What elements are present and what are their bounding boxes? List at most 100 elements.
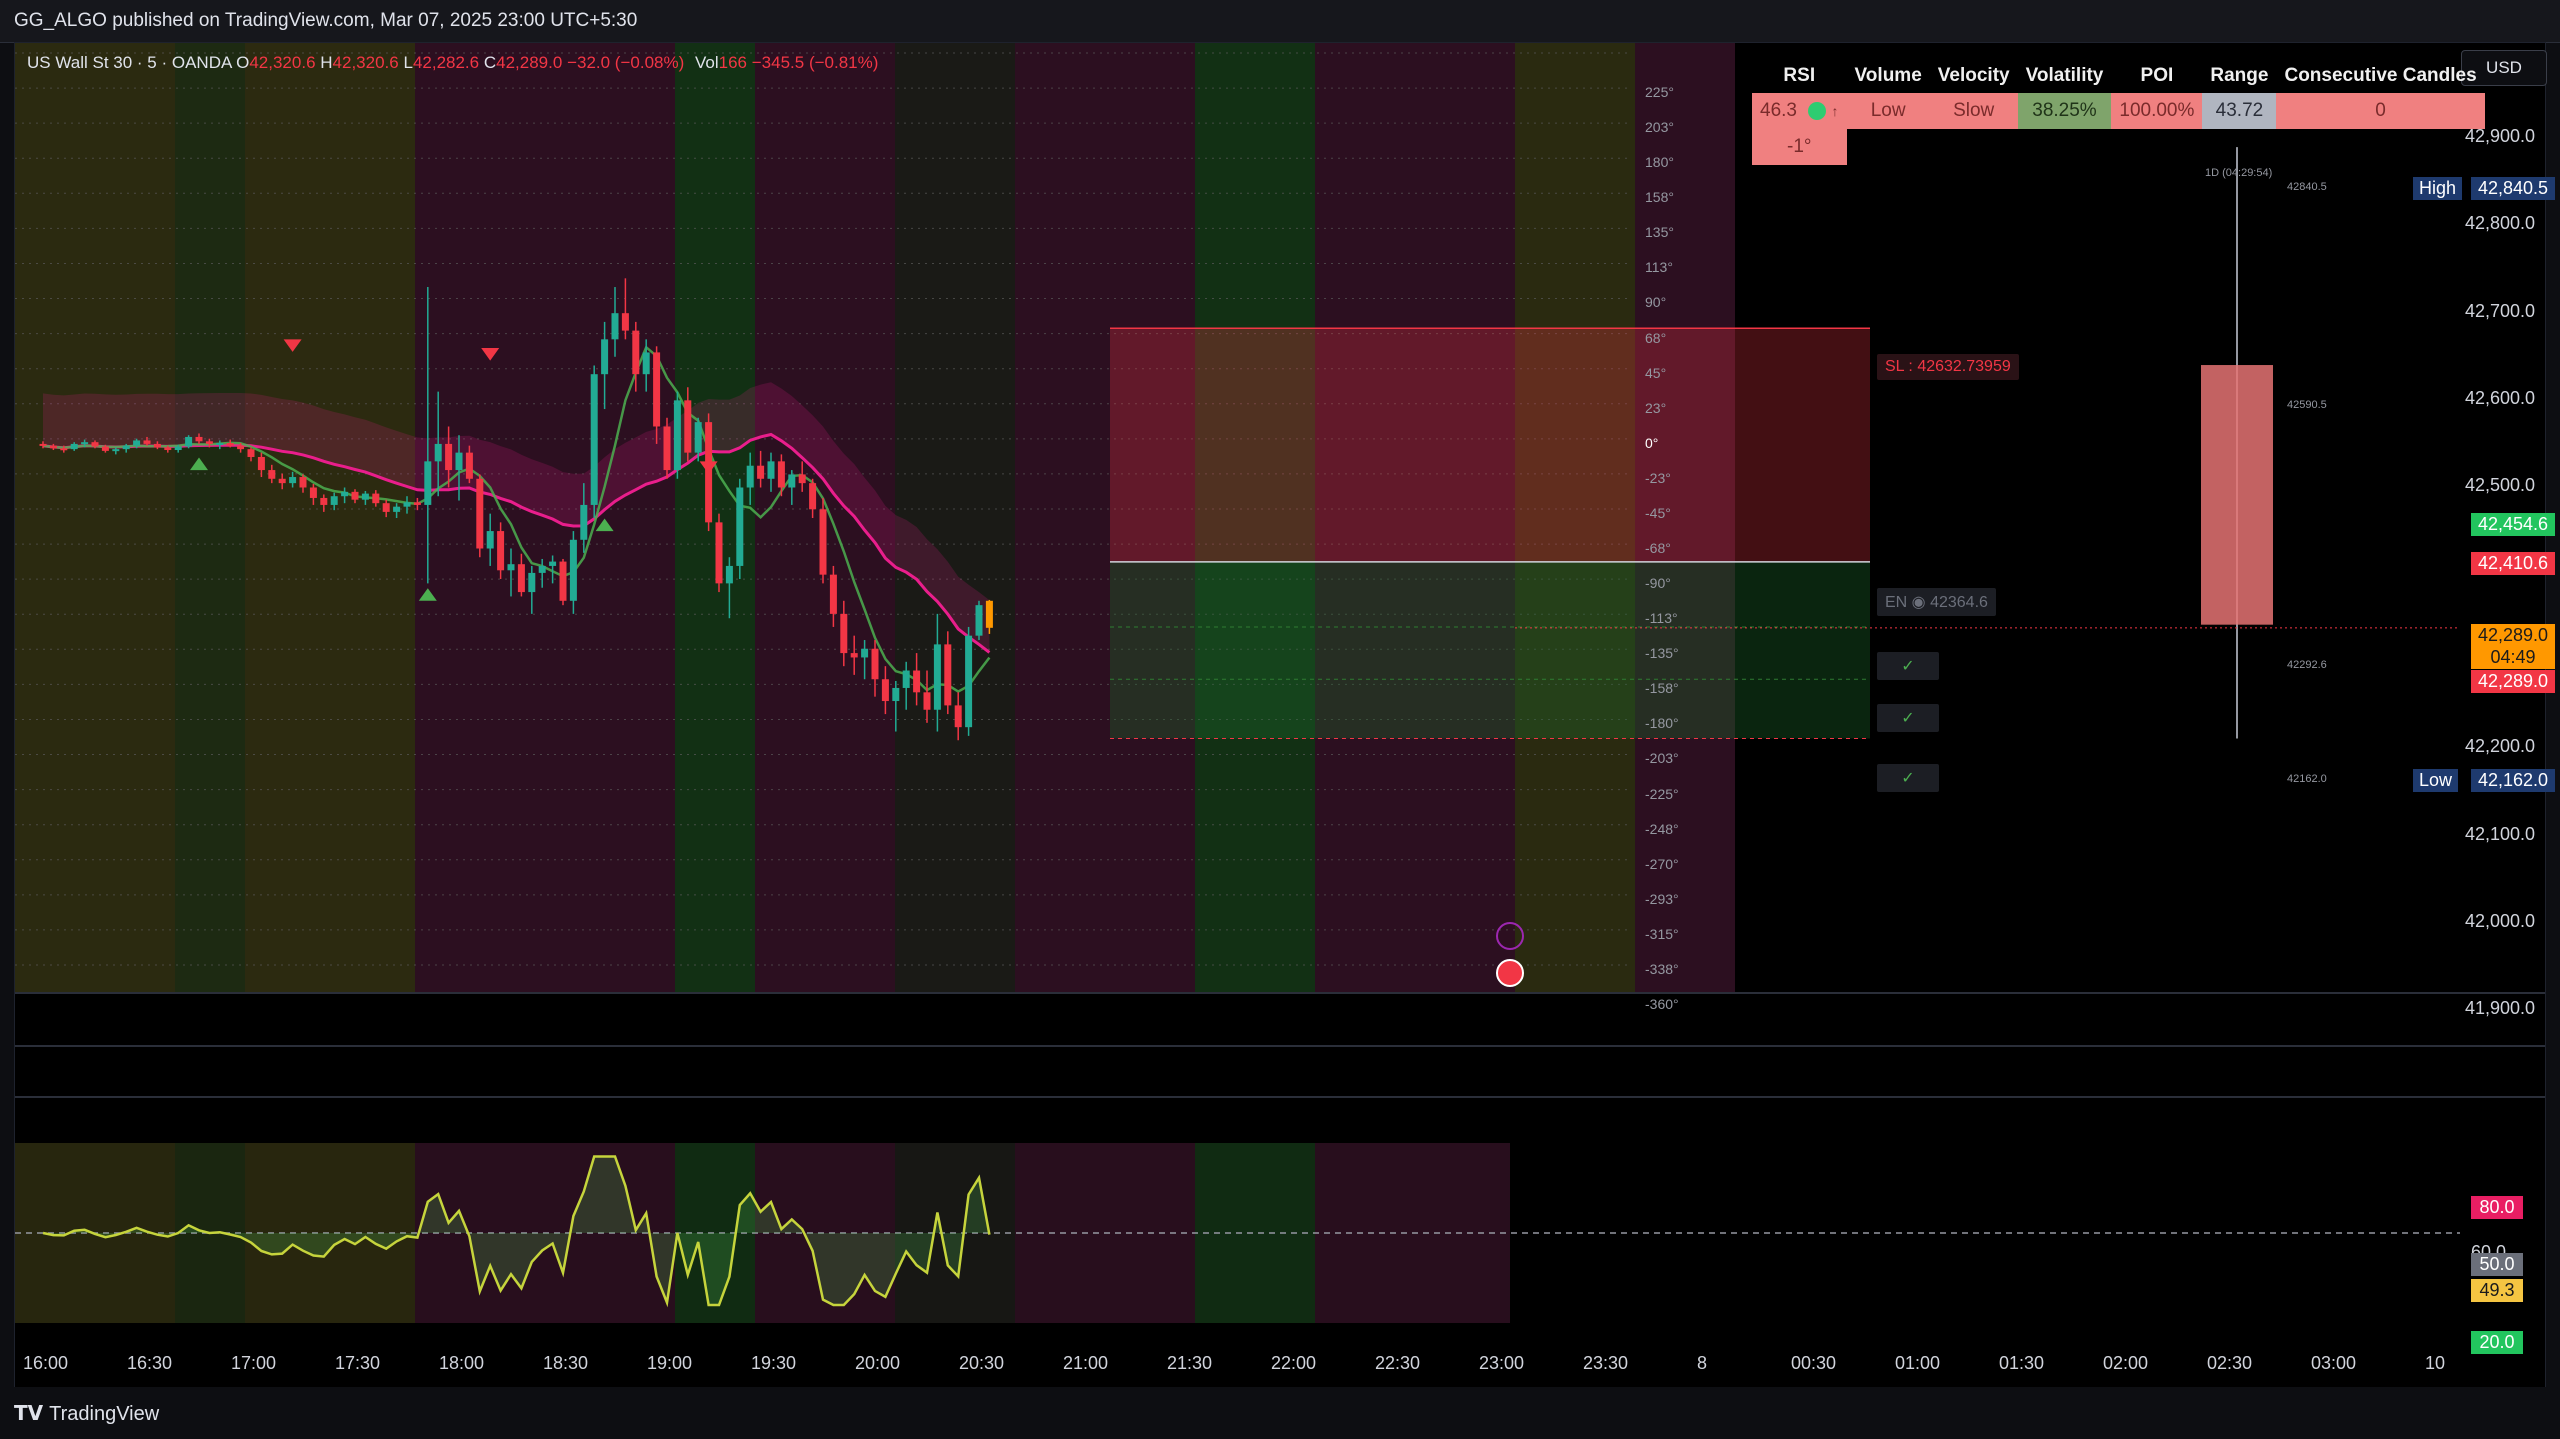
angle-tick-label: 0° <box>1645 434 1659 451</box>
rsi-current-tag: 49.3 <box>2471 1278 2523 1302</box>
stats-header-row: RSI Volume Velocity Volatility POI Range… <box>1752 59 2485 93</box>
angle-tick-label: -180° <box>1645 715 1679 732</box>
rsi-cell: 46.3 ↑ <box>1752 93 1847 129</box>
target-check-icon: ✓ <box>1877 651 1939 680</box>
price-axis-label: 42,200.0 <box>2465 736 2536 757</box>
candle-body <box>788 474 796 488</box>
candle-body <box>798 474 806 484</box>
rsi-value: 46.3 <box>1760 100 1797 121</box>
volume-value: 166 <box>718 53 748 72</box>
candle-body <box>840 613 848 654</box>
angle-tick-label: -135° <box>1645 645 1679 662</box>
angle-tick-label: -225° <box>1645 785 1679 802</box>
angle-tick-label: 113° <box>1645 259 1673 276</box>
candle-body <box>632 330 640 375</box>
high-tag-label: High <box>2413 177 2463 201</box>
angle-tick-label: 90° <box>1645 294 1667 311</box>
stats-angle-row: -1° <box>1752 129 2485 165</box>
rsi-arrow-icon: ↑ <box>1831 103 1839 119</box>
low-value: 42,282.6 <box>412 53 480 72</box>
consecutive-cell: 0 <box>2276 93 2485 129</box>
chart-canvas[interactable] <box>15 43 2545 1388</box>
angle-tick-label: 158° <box>1645 189 1674 206</box>
htf-title: 1D (04:29:54) <box>2205 167 2273 180</box>
session-band <box>175 43 245 993</box>
price-axis-label: 42,800.0 <box>2465 213 2536 234</box>
candle-body <box>621 313 629 331</box>
change-value: −32.0 (−0.08%) <box>567 53 685 72</box>
candle-body <box>580 504 588 540</box>
candle-body <box>278 478 286 484</box>
candle-body <box>777 461 785 488</box>
candle-body <box>725 565 733 584</box>
candle-body <box>143 440 151 444</box>
candle-body <box>320 497 328 505</box>
angle-tick-label: -270° <box>1645 855 1679 872</box>
candle-body <box>309 487 317 498</box>
stats-header: POI <box>2140 65 2174 86</box>
candle-body <box>39 443 47 446</box>
candle-body <box>684 400 692 453</box>
candle-body <box>393 506 401 512</box>
footer: TV TradingView <box>0 1387 2560 1439</box>
candle-body <box>736 487 744 566</box>
candle-body <box>933 644 941 710</box>
htf-body <box>2201 365 2273 625</box>
htf-open-label: 42590.5 <box>2287 399 2327 412</box>
us-flag-event-icon <box>1496 959 1524 987</box>
candle-body <box>257 456 265 471</box>
target-check-icon: ✓ <box>1877 704 1939 733</box>
velocity-cell: Slow <box>1929 93 2018 129</box>
symbol-name[interactable]: US Wall St 30 · 5 · OANDA <box>27 53 231 72</box>
candle-body <box>226 443 234 446</box>
tradingview-logo[interactable]: TV TradingView <box>14 1401 159 1426</box>
time-axis-label: 16:00 <box>23 1353 69 1373</box>
candle-body <box>133 440 141 446</box>
candle-body <box>49 445 57 449</box>
time-axis-label: 01:30 <box>1999 1353 2045 1373</box>
candle-body <box>746 465 754 488</box>
candle-body <box>694 422 702 453</box>
price-axis-label: 42,600.0 <box>2465 387 2536 408</box>
poi-cell: 100.00% <box>2111 93 2203 129</box>
angle-tick-label: -113° <box>1645 610 1678 627</box>
high-label: H <box>320 53 333 72</box>
green-price-tag: 42,454.6 <box>2471 513 2555 537</box>
price-axis-label: 42,700.0 <box>2465 300 2536 321</box>
symbol-legend[interactable]: US Wall St 30 · 5 · OANDA O42,320.6 H42,… <box>27 53 878 73</box>
candle-body <box>829 574 837 614</box>
candle-body <box>923 692 931 710</box>
rsi-20-tag: 20.0 <box>2471 1330 2523 1354</box>
rsi-50-tag: 50.0 <box>2471 1253 2523 1276</box>
time-axis-label: 21:30 <box>1167 1353 1213 1373</box>
candle-body <box>434 443 442 462</box>
time-axis-label: 22:30 <box>1375 1353 1421 1373</box>
time-axis-label: 21:00 <box>1063 1353 1109 1373</box>
angle-tick-label: -68° <box>1645 540 1671 556</box>
candle-body <box>164 447 172 451</box>
candle-body <box>112 449 120 452</box>
candle-body <box>185 436 193 447</box>
candle-body <box>715 522 723 584</box>
htf-close-label: 42292.6 <box>2287 658 2327 671</box>
time-axis-label: 02:30 <box>2207 1353 2253 1373</box>
time-axis-label: 00:30 <box>1791 1353 1837 1373</box>
candle-body <box>507 564 515 571</box>
candle-body <box>445 443 453 471</box>
rsi-status-dot-icon <box>1808 101 1827 120</box>
candle-body <box>174 446 182 451</box>
rsi-angle-cell: -1° <box>1752 129 1847 165</box>
chart-area[interactable]: US Wall St 30 · 5 · OANDA O42,320.6 H42,… <box>14 42 2555 1389</box>
candle-body <box>809 483 817 510</box>
time-axis-label: 19:00 <box>647 1353 693 1373</box>
volume-change: −345.5 (−0.81%) <box>751 53 879 72</box>
candle-body <box>351 491 359 500</box>
candle-body <box>361 493 369 500</box>
angle-tick-label: -45° <box>1645 504 1671 521</box>
entry-label: EN ◉ 42364.6 <box>1877 587 1996 616</box>
angle-tick-label: 23° <box>1645 399 1667 416</box>
candle-body <box>559 561 567 601</box>
candle-body <box>985 600 993 628</box>
candle-body <box>538 565 546 573</box>
candle-body <box>101 446 109 451</box>
